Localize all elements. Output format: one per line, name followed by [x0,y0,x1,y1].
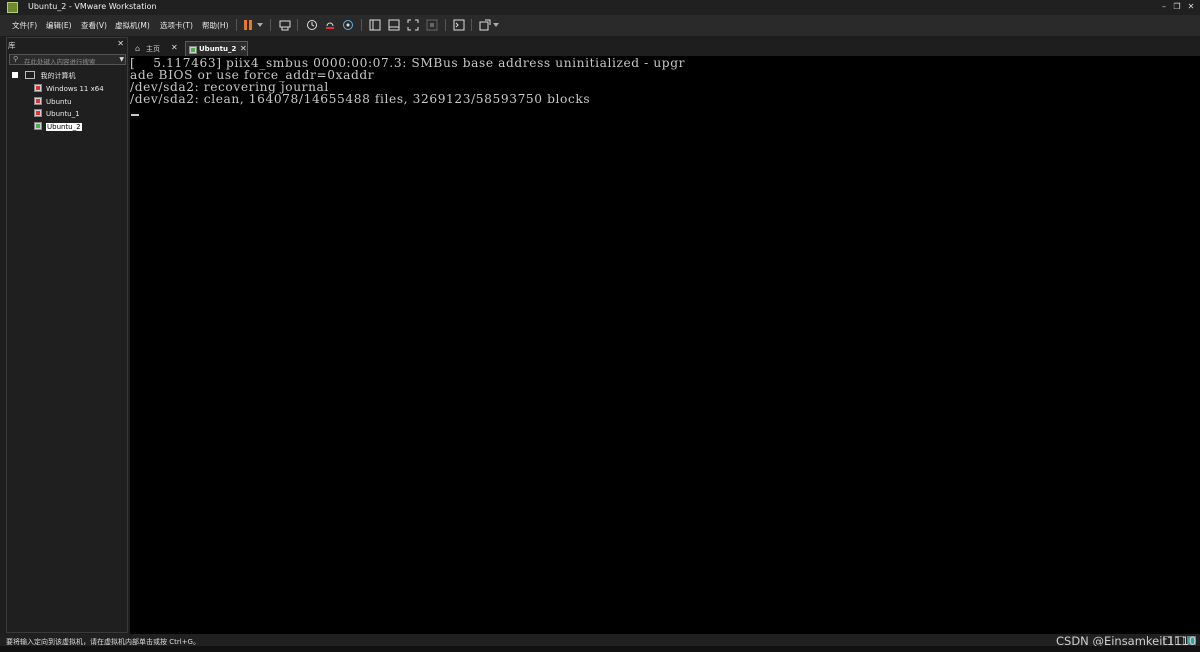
library-close-icon[interactable]: ✕ [117,39,124,48]
snapshot-manager-icon[interactable] [341,18,355,32]
revert-snapshot-icon[interactable] [323,18,337,32]
tab-label: 主页 [146,45,160,53]
close-button[interactable]: ✕ [1184,1,1198,13]
send-keys-icon[interactable] [278,18,292,32]
pause-dropdown-icon[interactable] [255,18,265,32]
tab-home[interactable]: ⌂ 主页 ✕ [132,41,178,56]
toolbar-separator [471,19,472,31]
console-icon[interactable] [452,18,466,32]
toolbar-separator [270,19,271,31]
vm-label: Ubuntu [46,98,72,106]
search-icon: ⚲ [13,55,19,63]
chevron-down-icon[interactable]: ▼ [119,56,124,63]
library-view-icon[interactable] [368,18,382,32]
pause-icon[interactable] [241,18,255,32]
thumbnail-view-icon[interactable] [387,18,401,32]
tab-close-icon[interactable]: ✕ [171,43,178,52]
tab-close-icon[interactable]: ✕ [240,44,247,53]
tab-bar: ⌂ 主页 ✕ Ubuntu_2 ✕ [130,40,1200,56]
menu-view[interactable]: 查看(V) [81,20,107,31]
library-panel: 库 ✕ ⚲ 在此处键入内容进行搜索 ▼ 我的计算机 Windows 11 x64… [6,37,128,633]
library-title: 库 [8,41,16,50]
vm-label: Ubuntu_1 [46,110,80,118]
home-icon: ⌂ [135,44,141,53]
tree-item-ubuntu[interactable]: Ubuntu [34,97,72,108]
library-search-input[interactable]: ⚲ 在此处键入内容进行搜索 ▼ [9,54,126,66]
console-cursor [131,114,139,116]
taskbar-strip [0,646,1200,652]
toolbar-separator [297,19,298,31]
menu-help[interactable]: 帮助(H) [202,20,229,31]
console-output: [ 5.117463] piix4_smbus 0000:00:07.3: SM… [130,57,685,105]
minimize-button[interactable]: – [1157,1,1171,13]
menu-edit[interactable]: 编辑(E) [46,20,72,31]
tree-item-ubuntu-1[interactable]: Ubuntu_1 [34,109,80,120]
tab-label: Ubuntu_2 [199,45,237,53]
vm-running-icon [34,122,42,130]
vm-console-screen[interactable]: [ 5.117463] piix4_smbus 0000:00:07.3: SM… [130,56,1200,634]
toolbar-separator [236,19,237,31]
maximize-button[interactable]: ❐ [1170,1,1184,13]
vm-off-icon [34,84,42,92]
toolbar-separator [445,19,446,31]
tree-root-my-computer[interactable]: 我的计算机 [12,71,75,82]
window-title: Ubuntu_2 - VMware Workstation [28,2,157,11]
vm-running-icon [189,46,197,54]
menu-vm[interactable]: 虚拟机(M) [115,20,150,31]
unity-icon[interactable] [425,18,439,32]
title-bar: Ubuntu_2 - VMware Workstation – ❐ ✕ [0,0,1200,15]
vm-off-icon [34,97,42,105]
menu-tabs[interactable]: 选项卡(T) [160,20,193,31]
console-line: /dev/sda2: clean, 164078/14655488 files,… [130,92,591,106]
tree-root-label: 我的计算机 [40,72,76,80]
computer-icon [25,71,36,79]
snapshot-icon[interactable] [305,18,319,32]
tree-item-windows-11[interactable]: Windows 11 x64 [34,84,104,95]
menu-bar: 文件(F) 编辑(E) 查看(V) 虚拟机(M) 选项卡(T) 帮助(H) [0,15,1200,36]
vm-label: Ubuntu_2 [46,123,82,131]
vm-off-icon [34,109,42,117]
tree-item-ubuntu-2[interactable]: Ubuntu_2 [34,122,82,133]
stretch-icon[interactable] [478,18,492,32]
fullscreen-icon[interactable] [406,18,420,32]
search-placeholder: 在此处键入内容进行搜索 [24,58,96,66]
collapse-icon[interactable] [12,72,18,78]
menu-file[interactable]: 文件(F) [12,20,37,31]
toolbar-separator [361,19,362,31]
vmware-app-icon [7,2,18,13]
vm-label: Windows 11 x64 [46,85,104,93]
stretch-dropdown-icon[interactable] [492,18,500,32]
vmware-window: Ubuntu_2 - VMware Workstation – ❐ ✕ 文件(F… [0,0,1200,648]
tab-ubuntu-2[interactable]: Ubuntu_2 ✕ [185,41,248,56]
